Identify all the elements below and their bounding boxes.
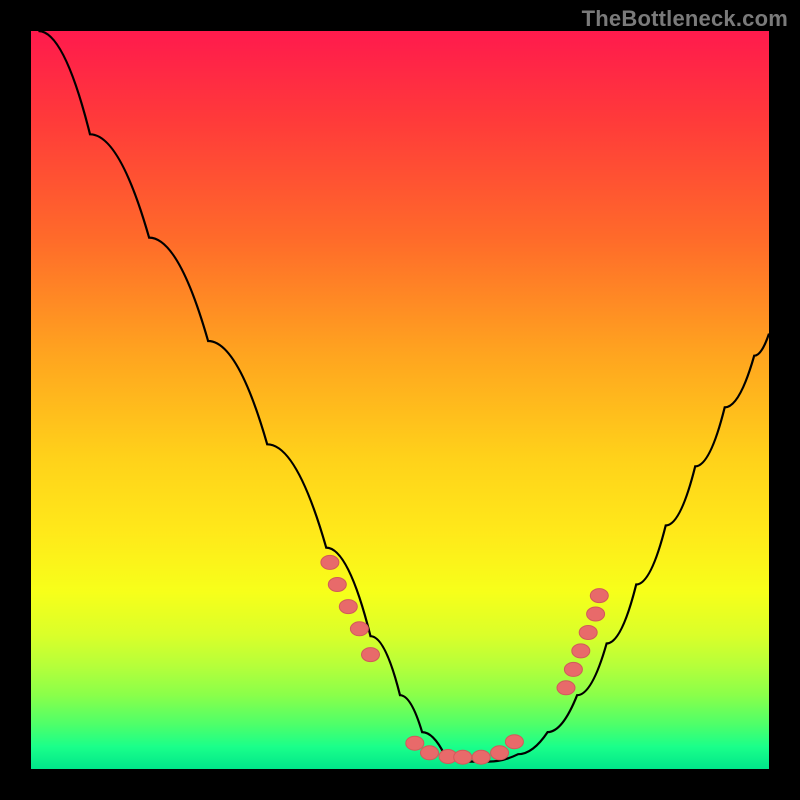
data-marker bbox=[505, 735, 523, 749]
data-marker bbox=[339, 600, 357, 614]
data-marker bbox=[406, 736, 424, 750]
bottleneck-curve bbox=[38, 31, 769, 762]
data-marker bbox=[454, 750, 472, 764]
data-marker bbox=[572, 644, 590, 658]
chart-svg bbox=[31, 31, 769, 769]
data-marker bbox=[362, 648, 380, 662]
chart-frame: TheBottleneck.com bbox=[0, 0, 800, 800]
data-marker bbox=[321, 555, 339, 569]
data-marker bbox=[472, 750, 490, 764]
data-marker bbox=[587, 607, 605, 621]
marker-group bbox=[321, 555, 608, 764]
data-marker bbox=[557, 681, 575, 695]
data-marker bbox=[564, 662, 582, 676]
data-marker bbox=[491, 746, 509, 760]
data-marker bbox=[579, 626, 597, 640]
data-marker bbox=[350, 622, 368, 636]
watermark-text: TheBottleneck.com bbox=[582, 6, 788, 32]
data-marker bbox=[328, 578, 346, 592]
data-marker bbox=[590, 589, 608, 603]
data-marker bbox=[421, 746, 439, 760]
